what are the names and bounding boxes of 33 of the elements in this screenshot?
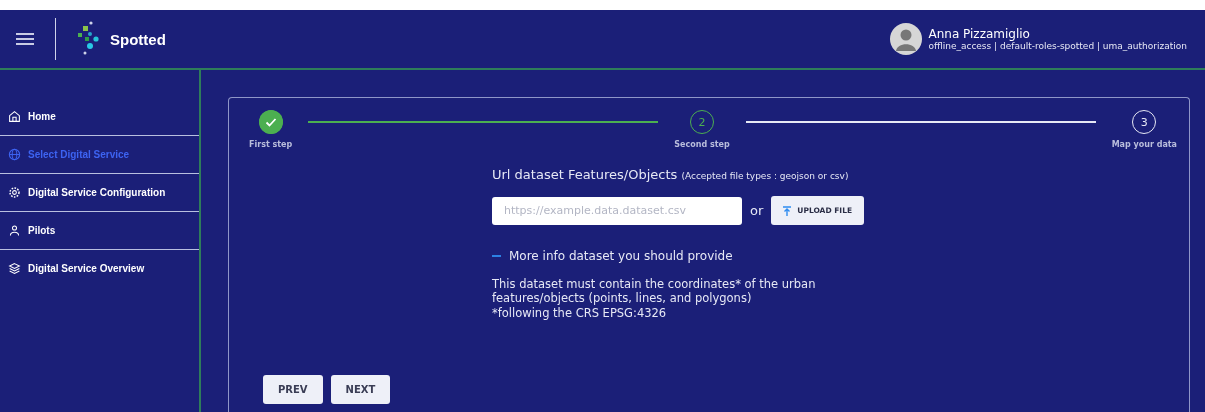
sidebar-item[interactable]: Digital Service Overview (0, 250, 199, 287)
next-button[interactable]: NEXT (330, 375, 391, 404)
sidebar-item[interactable]: Home (0, 98, 199, 136)
step-label: Map your data (1111, 140, 1177, 149)
house-icon (8, 110, 21, 123)
info-text: This dataset must contain the coordinates* of the urban features/objects (points, lines, and polygons) (492, 277, 817, 306)
sidebar-label: Select Digital Service (28, 149, 130, 160)
sidebar-label: Digital Service Configuration (28, 187, 166, 198)
info-note: *following the CRS EPSG:4326 (492, 305, 668, 321)
avatar-icon (890, 23, 923, 55)
sidebar-label: Home (28, 111, 56, 122)
sidebar-label: Pilots (28, 225, 56, 236)
layers-icon (8, 262, 21, 275)
field-title: Url dataset Features/Objects (Accepted file types : geojson or csv) (492, 167, 850, 182)
menu-icon[interactable] (15, 32, 35, 46)
url-field[interactable]: https://example.data.dataset.csv (492, 196, 742, 225)
person-icon (8, 224, 21, 237)
user-roles: offline_access | default-roles-spotted | uma_authorization (928, 41, 1187, 51)
user-name: Anna Pizzamiglio (928, 27, 1031, 41)
sidebar-item[interactable]: Pilots (0, 212, 199, 250)
brand-name: Spotted (110, 30, 166, 48)
sidebar-item[interactable]: Digital Service Configuration (0, 174, 199, 212)
prev-button[interactable]: PREV (263, 375, 323, 404)
step-label: Second step (674, 140, 730, 149)
info-toggle[interactable]: More info dataset you should provide (509, 249, 733, 263)
globe-icon (8, 148, 21, 161)
check-icon (258, 110, 283, 134)
gear-icon (8, 186, 21, 199)
step-label: First step (249, 140, 293, 149)
logo-icon (76, 21, 102, 57)
upload-icon (783, 205, 792, 216)
sidebar-label: Digital Service Overview (28, 263, 145, 274)
or-text: or (750, 203, 764, 218)
